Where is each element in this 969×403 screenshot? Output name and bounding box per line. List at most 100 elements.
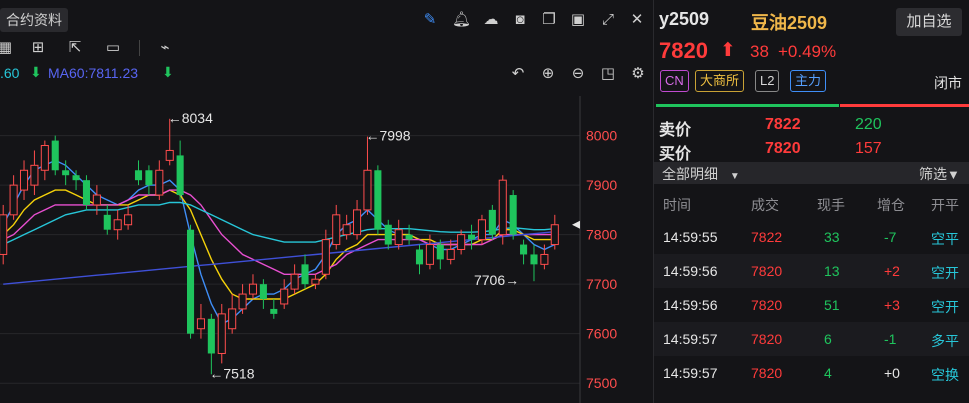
candle-body[interactable] [155, 169, 164, 196]
candle-body[interactable] [301, 264, 309, 285]
candle-body[interactable] [405, 234, 413, 240]
ma60-label: MA60:7811.23 [48, 65, 139, 81]
trade-row[interactable]: 14:59:57 7820 4 +0 空换 [654, 356, 969, 390]
candle-body[interactable] [270, 308, 278, 314]
add-watchlist-button[interactable]: 加自选 [896, 8, 962, 36]
candle-body[interactable] [9, 184, 18, 216]
monitor-chart-icon[interactable]: ▣ [569, 12, 587, 28]
zoom-out-icon[interactable]: ⊖ [569, 66, 587, 82]
candle-body[interactable] [342, 224, 351, 236]
candle-body[interactable] [457, 234, 466, 250]
candle-body[interactable] [332, 214, 341, 246]
candle-body[interactable] [394, 229, 403, 246]
candle-body[interactable] [248, 283, 258, 295]
candle-body[interactable] [415, 249, 424, 265]
candle-body[interactable] [186, 229, 195, 334]
candle-body[interactable] [62, 170, 70, 176]
ask-label: 卖价 [659, 122, 692, 139]
ask-price[interactable]: 7822 [765, 116, 801, 134]
candle-body[interactable] [82, 180, 91, 205]
pen-icon[interactable]: ✎ [421, 12, 439, 28]
trade-type: 空开 [931, 265, 959, 281]
trade-type: 空换 [931, 367, 959, 383]
candle-body[interactable] [176, 155, 184, 196]
camera-icon[interactable]: ◙ [511, 12, 529, 28]
candle-body[interactable] [353, 209, 362, 236]
trade-row[interactable]: 14:59:56 7820 51 +3 空开 [654, 288, 969, 322]
zoom-in-icon[interactable]: ⊕ [539, 66, 557, 82]
candle-body[interactable] [165, 149, 174, 161]
candle-body[interactable] [374, 170, 382, 230]
filter-button[interactable]: 筛选▼ [919, 164, 960, 184]
bid-price[interactable]: 7820 [765, 140, 801, 158]
layout-icon[interactable]: ⊞ [29, 40, 47, 56]
candle-body[interactable] [363, 169, 372, 211]
candle-body[interactable] [425, 244, 434, 265]
candle-body[interactable] [446, 249, 455, 260]
filter-all-label: 全部明细 [662, 166, 718, 182]
candle-body[interactable] [290, 273, 299, 290]
candle-body[interactable] [19, 169, 29, 191]
candle-body[interactable] [30, 164, 39, 186]
candle-body[interactable] [72, 175, 80, 181]
candle-body[interactable] [436, 244, 444, 260]
low-annotation: ←7518 [209, 365, 254, 381]
trade-vol: 13 [824, 263, 840, 279]
candle-body[interactable] [311, 278, 320, 285]
candle-body[interactable] [134, 170, 143, 181]
bell-icon[interactable]: 🔔︎ [452, 12, 471, 28]
copy-icon[interactable]: ❐ [540, 12, 558, 28]
candle-body[interactable] [228, 308, 237, 330]
candle-body[interactable] [217, 313, 226, 354]
candle-body[interactable] [550, 224, 559, 246]
candle-body[interactable] [92, 194, 101, 206]
candle-body[interactable] [477, 219, 486, 241]
candle-body[interactable] [145, 170, 153, 186]
candle-body[interactable] [0, 214, 8, 255]
grid-icon[interactable]: ▦ [0, 40, 14, 56]
candle-body[interactable] [321, 239, 330, 275]
trade-row[interactable]: 14:59:55 7822 33 -7 空平 [654, 220, 969, 254]
trade-type: 空开 [931, 299, 959, 315]
candle-body[interactable] [467, 234, 476, 240]
price-change-pct: +0.49% [778, 42, 837, 61]
candle-body[interactable] [488, 209, 496, 235]
candle-body[interactable] [103, 214, 111, 230]
candle-body[interactable] [124, 214, 133, 226]
trade-oi: -7 [884, 229, 897, 245]
candle-body[interactable] [238, 293, 247, 310]
candle-body[interactable] [40, 145, 49, 171]
trade-oi: +0 [884, 365, 900, 381]
ruler-icon[interactable]: ⌁ [156, 40, 174, 56]
candle-body[interactable] [540, 253, 549, 265]
candle-body[interactable] [51, 140, 59, 171]
candle-body[interactable] [280, 288, 289, 305]
export-icon[interactable]: ⇱ [66, 40, 84, 56]
comment-icon[interactable]: ▭ [104, 40, 122, 56]
undo-icon[interactable]: ↶ [509, 66, 527, 82]
trade-row[interactable]: 14:59:57 7820 6 -1 多平 [654, 322, 969, 356]
settings-icon[interactable]: ⚙ [629, 66, 647, 82]
header-vol: 现手 [817, 197, 845, 213]
bid-label: 买价 [659, 146, 692, 163]
window-icon[interactable]: ◳ [599, 66, 617, 82]
close-icon[interactable]: ✕ [628, 12, 646, 28]
candle-body[interactable] [196, 318, 205, 330]
candle-body[interactable] [113, 219, 122, 231]
trade-type: 多平 [931, 333, 959, 349]
trade-row[interactable]: 14:59:56 7820 13 +2 空开 [654, 254, 969, 288]
tag-cn: CN [660, 70, 689, 92]
chart-panel: 合约资料 ✎ 🔔︎ ☁ ◙ ❐ ▣ ⤢ ✕ ▦ ⊞ ⇱ ▭ ⌁ .60 ⬇ MA… [0, 0, 649, 403]
contract-info-tab[interactable]: 合约资料 [0, 8, 68, 32]
filter-all-dropdown[interactable]: 全部明细 ▼ [662, 164, 740, 184]
cloud-icon[interactable]: ☁ [482, 12, 500, 28]
candlestick-chart[interactable]: 8000 7900 7800 7700 7600 7500 ←8034 ←7998 ←7518 7… [0, 96, 649, 403]
candle-body[interactable] [207, 318, 215, 354]
fullscreen-icon[interactable]: ⤢ [599, 12, 617, 28]
candle-body[interactable] [520, 244, 528, 255]
candle-body[interactable] [509, 195, 517, 235]
candle-body[interactable] [530, 254, 538, 265]
candle-body[interactable] [498, 179, 507, 236]
candle-body[interactable] [259, 284, 267, 300]
candle-body[interactable] [384, 224, 392, 245]
